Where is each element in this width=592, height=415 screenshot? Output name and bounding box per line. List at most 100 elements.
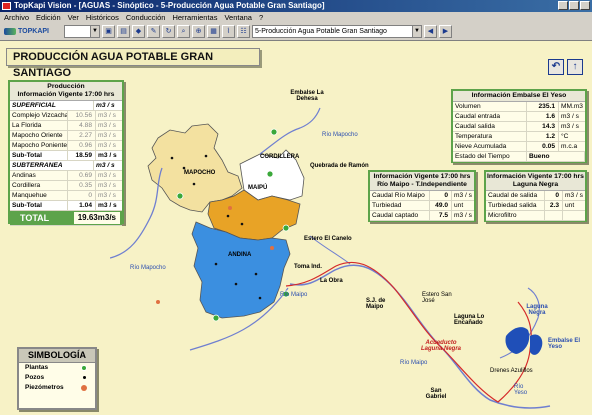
print-icon[interactable]: ▤ [117,25,130,38]
row-value: 4.88 [68,121,96,130]
row-value: 7.5 [430,211,452,220]
view-select[interactable]: 5-Producción Agua Potable Gran Santiago … [252,25,422,38]
chart-icon[interactable]: ▦ [207,25,220,38]
table-row: Caudal Río Maipo 0 m3 / s [370,191,474,201]
row-unit: m3 / s [98,132,116,139]
section-label: SUBTERRANEA [10,161,94,170]
table-row: Mapocho Oriente 2.27 m3 / s [10,131,122,141]
planta-marker[interactable] [282,224,290,232]
piezometro-marker [270,246,274,250]
row-value: 1.2 [527,132,559,141]
row-unit: m3 / s [98,112,116,119]
laguna-subtitle: Laguna Negra [512,181,559,188]
label-drenes: Drenes Azulillos [490,368,533,374]
row-unit: m3 / s [561,123,579,130]
planta-marker[interactable] [176,192,184,200]
subtotal-row: Sub-Total 18.59 m3 / s [10,151,122,161]
planta-marker[interactable] [266,170,274,178]
production-subtitle: Información Vigente 17:00 hrs [17,91,115,98]
minimize-button[interactable] [558,1,568,10]
menu-bar: Archivo Edición Ver Históricos Conducció… [0,12,592,23]
label-la-obra: La Obra [320,278,343,284]
row-label: Volumen [453,102,527,111]
station-select[interactable]: ▼ [64,25,100,38]
pozo-marker [258,296,262,300]
menu-ver[interactable]: Ver [68,13,79,22]
row-value: 0.69 [68,171,96,180]
trend-icon[interactable]: ⌇ [222,25,235,38]
pozo-marker [226,214,230,218]
row-label: Microfiltro [486,211,545,220]
row-label: Estado del Tiempo [453,152,527,161]
label-estero-canelo: Estero El Canelo [304,236,352,242]
menu-ventana[interactable]: Ventana [224,13,252,22]
back-icon[interactable]: ◀ [424,25,437,38]
brand-logo: TOPKAPI [4,28,62,35]
search-icon[interactable]: ⌕ [177,25,190,38]
section-superficial: SUPERFICIAL m3 / s [10,101,122,111]
alarm-icon[interactable]: ◆ [132,25,145,38]
open-icon[interactable]: ▣ [102,25,115,38]
row-value: 18.59 [68,151,96,160]
row-label: Caudal entrada [453,112,527,121]
label-acueducto: Acueducto Laguna Negra [420,340,461,352]
zone-label-mapocho: MAPOCHO [184,170,216,176]
back-nav-icon[interactable]: ↶ [548,59,564,75]
menu-archivo[interactable]: Archivo [4,13,29,22]
label-estero-san-jose: Estero San José [422,292,452,304]
pozo-marker [234,282,238,286]
planta-marker[interactable] [270,128,278,136]
table-row: Nieve Acumulada 0.05 m.c.a [453,142,585,152]
label-embalse-la-dehesa: Embalse La Dehesa [290,90,324,102]
table-row: Volumen 235.1 MM.m3 [453,102,585,112]
maximize-button[interactable] [569,1,579,10]
row-unit: °C [561,133,569,140]
table-icon[interactable]: ☷ [237,25,250,38]
laguna-title: Información Vigente 17:00 hrs [487,173,584,180]
table-row: Manquehue 0 m3 / s [10,191,122,201]
up-nav-icon[interactable]: ↑ [567,59,583,75]
row-value: Bueno [527,152,585,161]
pen-icon[interactable]: ✎ [147,25,160,38]
row-value: 1.04 [68,201,96,210]
laguna-panel-header: Información Vigente 17:00 hrs Laguna Neg… [486,172,585,191]
close-button[interactable] [580,1,590,10]
embalse-yeso-lake [530,334,543,355]
menu-edicion[interactable]: Edición [36,13,61,22]
row-value: 0.96 [68,141,96,150]
label-sj-maipo: S.J. de Maipo [366,298,386,310]
pozo-marker [240,222,244,226]
menu-conduccion[interactable]: Conducción [126,13,166,22]
legend-item: Pozos [19,373,95,383]
pozo-marker [170,156,174,160]
forward-icon[interactable]: ▶ [439,25,452,38]
row-label: Sub-Total [10,151,68,160]
section-subterranea: SUBTERRANEA m3 / s [10,161,122,171]
planta-marker[interactable] [212,314,220,322]
dropdown-arrow-icon: ▼ [90,26,99,37]
label-laguna-encanado: Laguna Lo Encañado [454,314,485,326]
dropdown-arrow-icon: ▼ [412,26,421,37]
table-row: Caudal entrada 1.6 m3 / s [453,112,585,122]
maipo-subtitle: Río Maipo - T.Independiente [377,181,467,188]
menu-herramientas[interactable]: Herramientas [172,13,217,22]
row-unit: unt [454,202,464,209]
menu-help[interactable]: ? [259,13,263,22]
zoom-icon[interactable]: ⊕ [192,25,205,38]
table-row: Microfiltro [486,211,585,221]
app-icon [2,2,11,10]
row-label: Caudal Río Maipo [370,191,430,200]
label-rio-mapocho-upper: Río Mapocho [322,132,358,138]
pozo-marker [192,182,196,186]
row-value: 2.27 [68,131,96,140]
table-row: Mapocho Poniente 0.96 m3 / s [10,141,122,151]
menu-historicos[interactable]: Históricos [86,13,119,22]
refresh-icon[interactable]: ↻ [162,25,175,38]
row-value: 10.56 [68,111,96,120]
table-row: La Florida 4.88 m3 / s [10,121,122,131]
legend-label: Pozos [25,374,45,381]
total-value: 19.63m3/s [73,212,120,224]
row-unit: m3 / s [98,192,116,199]
row-label: Caudal captado [370,211,430,220]
view-select-value: 5-Producción Agua Potable Gran Santiago [255,28,387,35]
